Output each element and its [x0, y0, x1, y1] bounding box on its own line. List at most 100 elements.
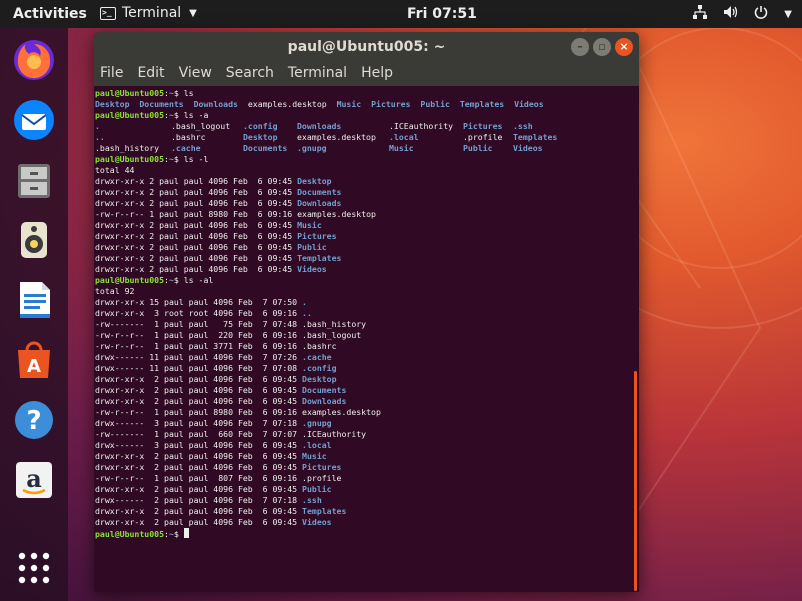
terminal-line: drwxr-xr-x 2 paul paul 4096 Feb 6 09:45 … — [95, 176, 631, 187]
file-name: examples.desktop — [297, 209, 376, 219]
terminal-line: paul@Ubuntu005:~$ ls -al — [95, 275, 631, 286]
terminal-line: . .bash_logout .config Downloads .ICEauthori… — [95, 121, 631, 132]
amazon-icon: a — [16, 462, 52, 498]
file-metadata: drwxr-xr-x 2 paul paul 4096 Feb 6 09:45 — [95, 220, 298, 230]
directory-name: .config — [302, 363, 337, 373]
terminal-line: drwxr-xr-x 2 paul paul 4096 Feb 6 09:45 … — [95, 187, 631, 198]
directory-name: Public — [297, 242, 327, 252]
directory-name: Videos — [302, 517, 332, 527]
file-metadata: drwxr-xr-x 2 paul paul 4096 Feb 6 09:45 — [95, 198, 298, 208]
file-name: .bash_logout — [302, 330, 362, 340]
directory-name: Pictures — [297, 231, 337, 241]
terminal-line: drwxr-xr-x 2 paul paul 4096 Feb 6 09:45 … — [95, 253, 631, 264]
dock-firefox[interactable] — [9, 35, 59, 85]
dock-help[interactable]: ? — [9, 395, 59, 445]
directory-name: Documents — [302, 385, 347, 395]
app-menu[interactable]: >_ Terminal ▼ — [100, 5, 197, 21]
directory-name: Templates — [302, 506, 347, 516]
file-metadata: -rw-r--r-- 1 paul paul 8980 Feb 6 09:16 — [95, 209, 298, 219]
directory-name: .cache — [171, 143, 201, 153]
file-name: .profile — [463, 132, 503, 142]
file-name: .bash_history — [302, 319, 367, 329]
close-button[interactable]: × — [615, 38, 633, 56]
file-metadata: drwxr-xr-x 2 paul paul 4096 Feb 6 09:45 — [95, 242, 298, 252]
file-name: examples.desktop — [247, 99, 337, 109]
terminal-window[interactable]: paul@Ubuntu005: ~ – ▫ × File Edit View S… — [94, 32, 639, 592]
terminal-line: drwxr-xr-x 3 root root 4096 Feb 6 09:16 … — [95, 308, 631, 319]
terminal-line: total 92 — [95, 286, 631, 297]
dock-files[interactable] — [9, 155, 59, 205]
minimize-button[interactable]: – — [571, 38, 589, 56]
file-metadata: -rw------- 1 paul paul 660 Feb 7 07:07 — [95, 429, 303, 439]
command-text: ls -al — [183, 275, 214, 285]
file-name: .ICEauthority — [389, 121, 454, 131]
text-cursor — [183, 528, 189, 538]
terminal-line: paul@Ubuntu005:~$ — [95, 528, 631, 539]
terminal-line: drwxr-xr-x 2 paul paul 4096 Feb 6 09:45 … — [95, 396, 631, 407]
directory-name: Public — [302, 484, 332, 494]
volume-icon[interactable] — [723, 5, 738, 23]
window-title: paul@Ubuntu005: ~ — [287, 39, 446, 55]
terminal-line: drwxr-xr-x 2 paul paul 4096 Feb 6 09:45 … — [95, 242, 631, 253]
terminal-scrollbar[interactable] — [631, 86, 639, 592]
terminal-line: -rw-r--r-- 1 paul paul 8980 Feb 6 09:16 … — [95, 209, 631, 220]
system-tray[interactable]: ▼ — [693, 5, 792, 23]
dock-show-applications[interactable] — [9, 543, 59, 593]
dock-software[interactable]: A — [9, 335, 59, 385]
power-icon[interactable] — [754, 5, 768, 23]
directory-name: Music — [389, 143, 414, 153]
terminal-line: drwxr-xr-x 2 paul paul 4096 Feb 6 09:45 … — [95, 484, 631, 495]
terminal-output[interactable]: paul@Ubuntu005:~$ ls Desktop Documents Do… — [94, 86, 631, 592]
directory-name: Documents — [139, 99, 194, 109]
network-icon[interactable] — [693, 5, 708, 23]
file-metadata: drwx------ 2 paul paul 4096 Feb 7 07:18 — [95, 495, 303, 505]
dock-amazon[interactable]: a — [9, 455, 59, 505]
menu-help[interactable]: Help — [361, 62, 393, 86]
directory-name: Downloads — [193, 99, 248, 109]
terminal-line: paul@Ubuntu005:~$ ls -a — [95, 110, 631, 121]
prompt-user: paul@Ubuntu005 — [95, 110, 165, 120]
directory-name: Desktop — [243, 132, 278, 142]
dock-rhythmbox[interactable] — [9, 215, 59, 265]
output-text: total 44 — [95, 165, 135, 175]
scrollbar-thumb[interactable] — [634, 371, 637, 591]
file-metadata: drwxr-xr-x 2 paul paul 4096 Feb 6 09:45 — [95, 231, 298, 241]
writer-icon — [20, 282, 50, 318]
menu-file[interactable]: File — [100, 62, 123, 86]
activities-button[interactable]: Activities — [13, 6, 87, 22]
terminal-line: drwxr-xr-x 2 paul paul 4096 Feb 6 09:45 … — [95, 220, 631, 231]
terminal-line: .bash_history .cache Documents .gnupg Music P… — [95, 143, 631, 154]
menu-terminal[interactable]: Terminal — [288, 62, 347, 86]
dock-thunderbird[interactable] — [9, 95, 59, 145]
directory-name: Videos — [297, 264, 327, 274]
dock-libreoffice-writer[interactable] — [9, 275, 59, 325]
terminal-line: drwx------ 3 paul paul 4096 Feb 6 09:45 … — [95, 440, 631, 451]
file-metadata: drwxr-xr-x 2 paul paul 4096 Feb 6 09:45 — [95, 506, 303, 516]
menu-search[interactable]: Search — [226, 62, 274, 86]
apps-grid-icon — [18, 552, 50, 584]
menu-view[interactable]: View — [179, 62, 212, 86]
file-name: .bashrc — [171, 132, 206, 142]
maximize-button[interactable]: ▫ — [593, 38, 611, 56]
prompt-symbol: $ — [173, 275, 184, 285]
menu-edit[interactable]: Edit — [137, 62, 164, 86]
directory-name: Downloads — [302, 396, 347, 406]
file-metadata: -rw-r--r-- 1 paul paul 8980 Feb 6 09:16 — [95, 407, 303, 417]
command-text: ls — [183, 88, 194, 98]
directory-name: Pictures — [302, 462, 342, 472]
terminal-line: -rw-r--r-- 1 paul paul 807 Feb 6 09:16 .… — [95, 473, 631, 484]
file-metadata: -rw-r--r-- 1 paul paul 3771 Feb 6 09:16 — [95, 341, 303, 351]
directory-name: Videos — [513, 143, 543, 153]
directory-name: Music — [336, 99, 372, 109]
clock[interactable]: Fri 07:51 — [407, 6, 477, 22]
file-metadata: -rw------- 1 paul paul 75 Feb 7 07:48 — [95, 319, 303, 329]
file-name: .ICEauthority — [302, 429, 367, 439]
chevron-down-icon[interactable]: ▼ — [784, 9, 792, 20]
terminal-line: paul@Ubuntu005:~$ ls — [95, 88, 631, 99]
prompt-symbol: $ — [173, 110, 184, 120]
file-metadata: drwxr-xr-x 2 paul paul 4096 Feb 6 09:45 — [95, 374, 303, 384]
file-metadata: drwxr-xr-x 2 paul paul 4096 Feb 6 09:45 — [95, 462, 303, 472]
software-icon: A — [18, 341, 50, 378]
file-metadata: drwx------ 11 paul paul 4096 Feb 7 07:26 — [95, 352, 303, 362]
window-titlebar[interactable]: paul@Ubuntu005: ~ – ▫ × — [94, 32, 639, 62]
